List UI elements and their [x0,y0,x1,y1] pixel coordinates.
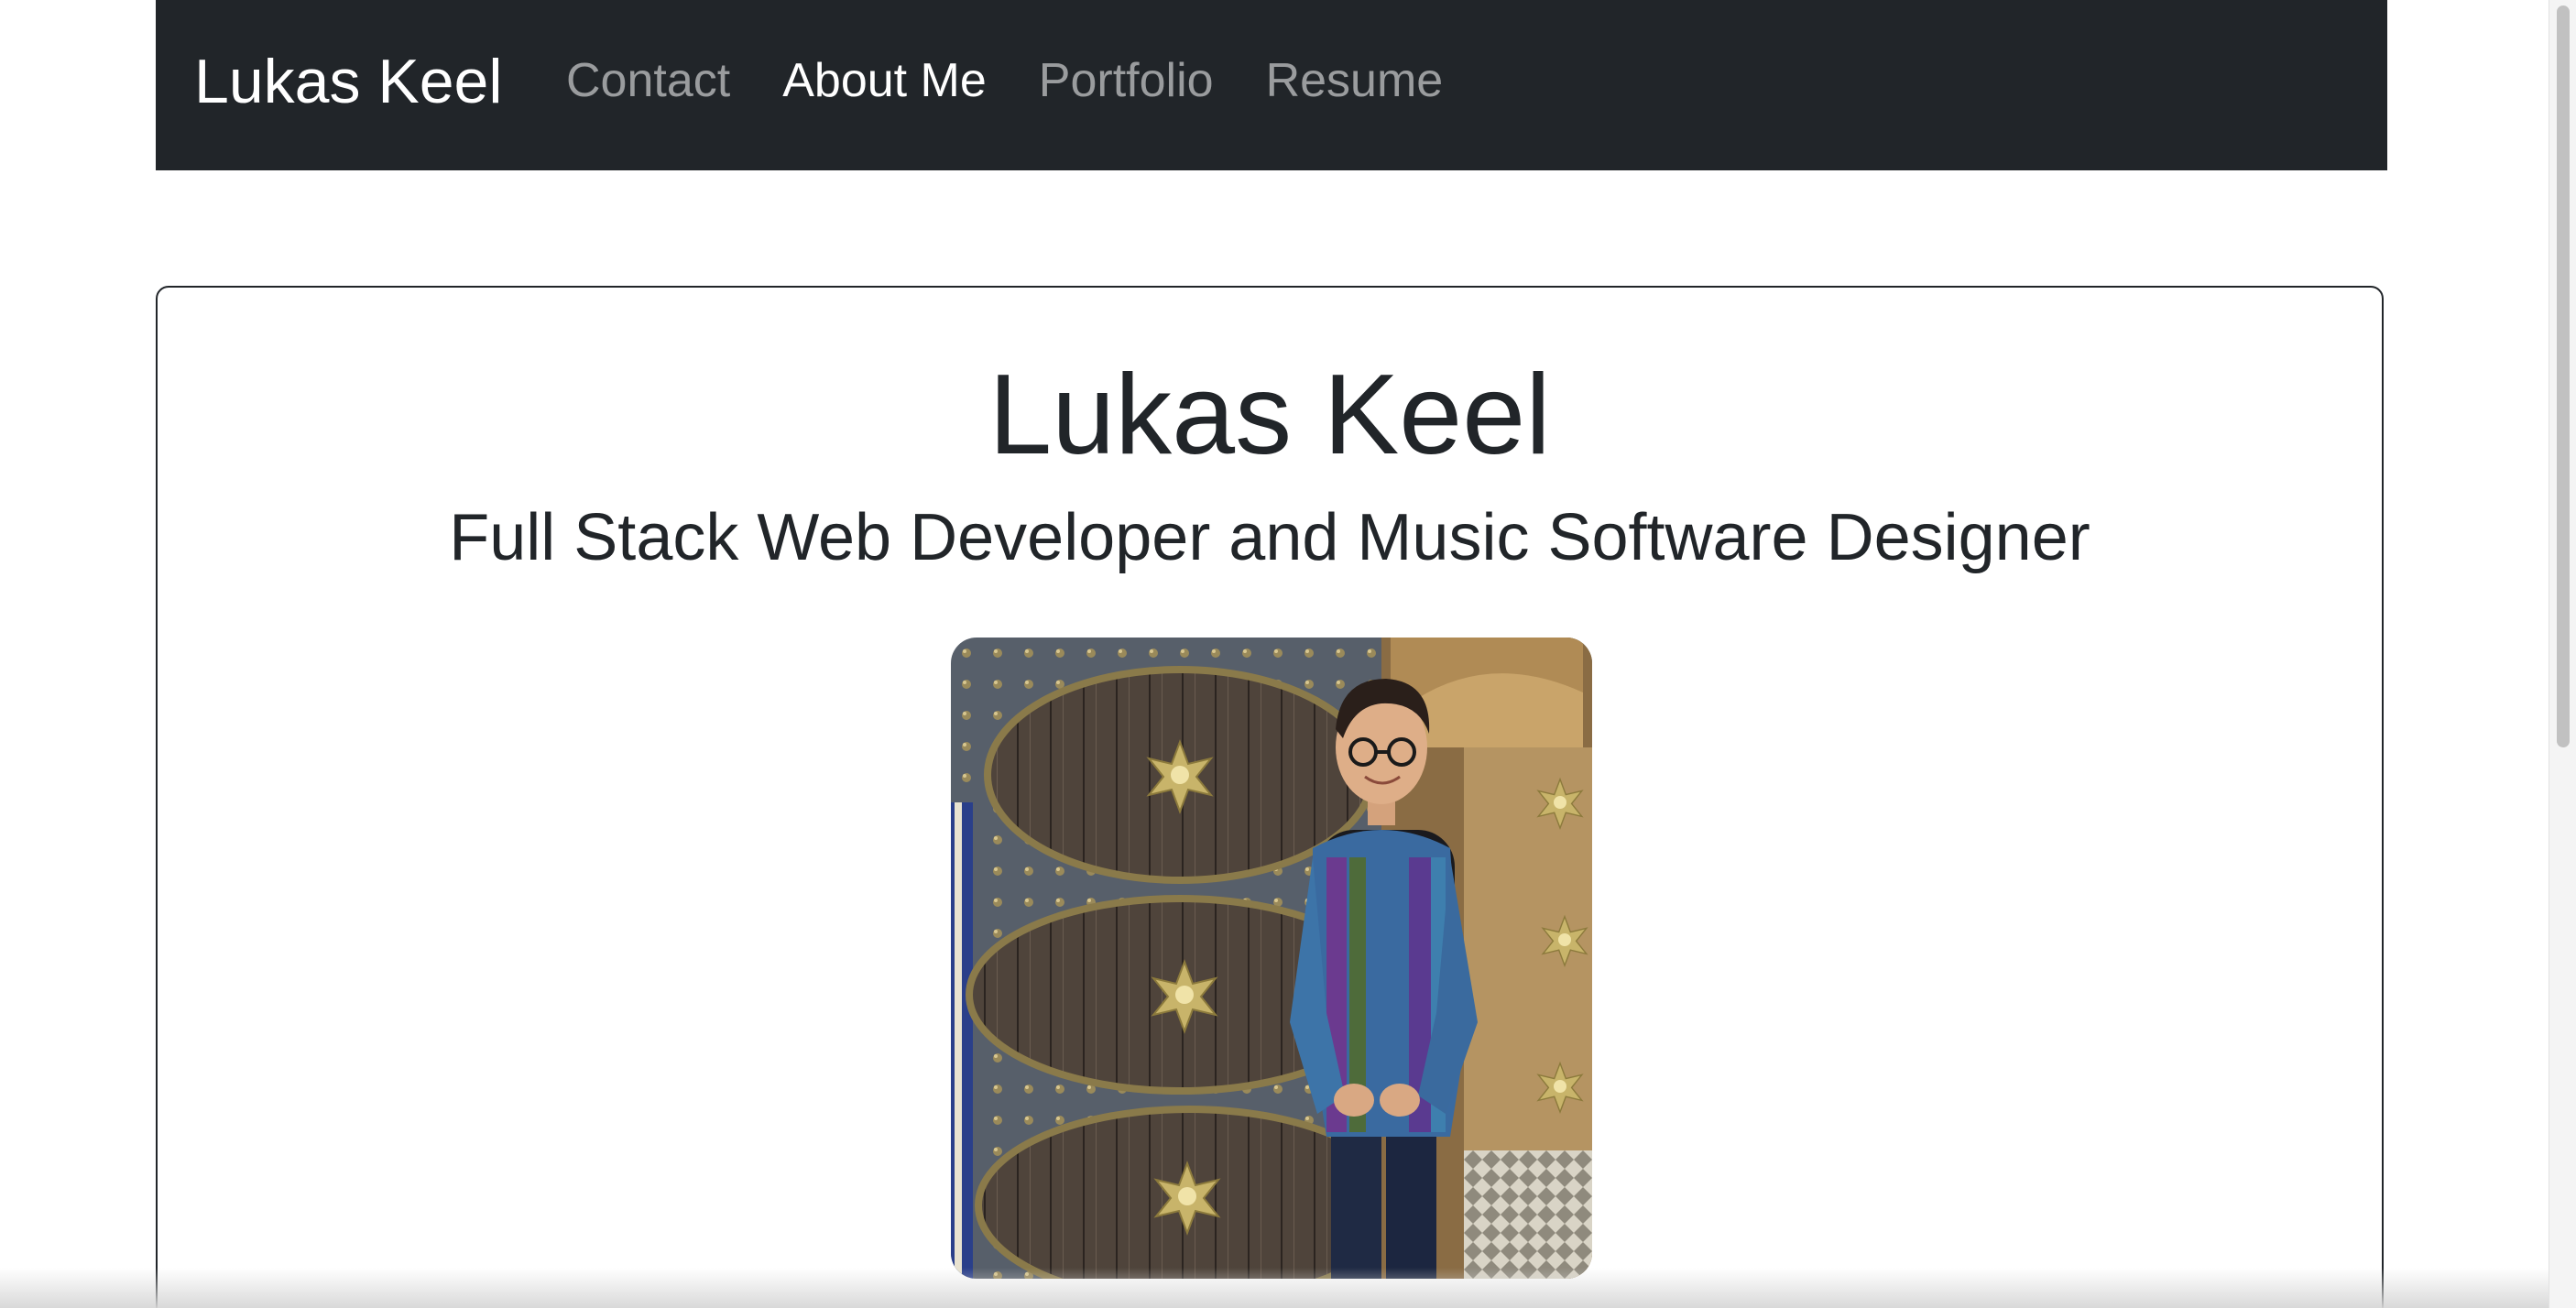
page-viewport: Lukas Keel Contact About Me Portfolio Re… [0,0,2576,1308]
bottom-shade [0,1268,2549,1308]
profile-photo [951,638,1592,1279]
page-subtitle: Full Stack Web Developer and Music Softw… [449,501,2090,574]
nav-link-about-me[interactable]: About Me [782,49,987,112]
page-title: Lukas Keel [988,352,1551,478]
nav-link-resume[interactable]: Resume [1266,49,1444,112]
vertical-scrollbar[interactable] [2549,0,2576,1308]
nav-link-contact[interactable]: Contact [566,49,730,112]
about-card: Lukas Keel Full Stack Web Developer and … [156,286,2384,1308]
brand-link[interactable]: Lukas Keel [194,44,502,119]
nav-links: Contact About Me Portfolio Resume [566,49,1495,112]
nav-link-portfolio[interactable]: Portfolio [1039,49,1214,112]
navbar: Lukas Keel Contact About Me Portfolio Re… [156,0,2387,170]
scrollbar-thumb[interactable] [2557,5,2570,747]
